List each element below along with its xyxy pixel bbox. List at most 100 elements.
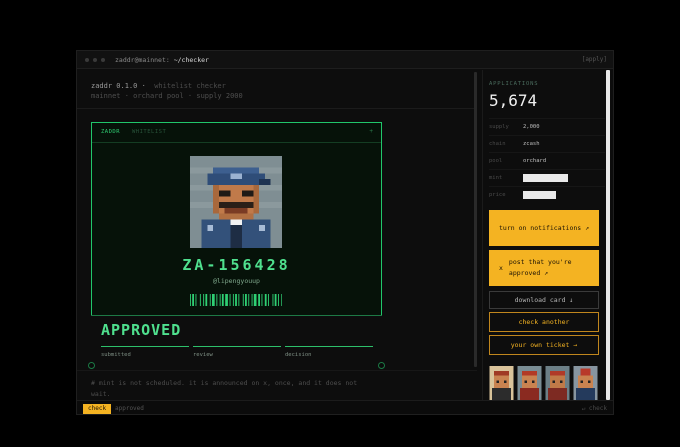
barcode-bar	[212, 294, 215, 306]
progress-steps: submitted review decision	[101, 346, 373, 358]
thumbnail-avatar[interactable]	[489, 366, 514, 400]
barcode-bar	[192, 294, 194, 306]
card-corner-dot	[378, 362, 385, 369]
pixel-avatar	[190, 156, 282, 248]
network-info: mainnet · orchard pool · supply 2000	[91, 92, 243, 100]
stat-row-pool: pool orchard	[489, 152, 605, 169]
avatar-thumbnails	[489, 366, 598, 400]
barcode-bar	[268, 294, 269, 306]
mint-note: # mint is not scheduled. it is announced…	[91, 379, 358, 398]
barcode-bar	[264, 294, 267, 306]
stat-key: mint	[489, 175, 503, 181]
barcode-bar	[209, 294, 211, 306]
stat-row-supply: supply 2,000	[489, 118, 605, 135]
sidebar: APPLICATIONS 5,674 supply 2,000 chain zc…	[482, 70, 610, 400]
check-another-button[interactable]: check another	[489, 312, 599, 332]
step-submitted: submitted	[101, 346, 189, 358]
barcode-bar	[272, 294, 274, 306]
barcode-bar	[245, 294, 247, 306]
divider	[77, 370, 477, 371]
main-panel: zaddr 0.1.0 · whitelist checker mainnet …	[77, 70, 477, 400]
barcode-bar	[219, 294, 221, 306]
footer-status: approved	[115, 405, 144, 412]
barcode-bar	[258, 294, 260, 306]
redacted-price-value	[523, 191, 556, 199]
post-approved-button[interactable]: x post that you're approved ↗	[489, 250, 599, 286]
thumbnail-avatar[interactable]	[545, 366, 570, 400]
barcode-bar	[195, 294, 197, 306]
window-dot[interactable]	[93, 57, 97, 62]
title-user: zaddr@mainnet:	[115, 55, 170, 64]
barcode-bar	[261, 294, 263, 306]
approval-status: APPROVED	[101, 321, 182, 339]
stat-value: orchard	[523, 158, 547, 164]
barcode-bar	[238, 294, 240, 306]
barcode-bar	[199, 294, 201, 306]
app-header: zaddr 0.1.0 · whitelist checker	[91, 82, 226, 90]
applications-count: 5,674	[489, 91, 538, 110]
barcode-bar	[205, 294, 208, 306]
barcode-bar	[190, 294, 191, 306]
footer-check-button[interactable]: check	[83, 404, 112, 414]
stat-row-price: price	[489, 186, 605, 203]
title-path: ~/checker	[173, 55, 209, 64]
barcode-bar	[203, 294, 205, 306]
sidebar-scrollbar-thumb[interactable]	[606, 70, 610, 400]
stat-value: 2,000	[523, 124, 540, 130]
barcode-bar	[221, 294, 224, 306]
card-tag-secondary: WHITELIST	[132, 129, 167, 135]
card-tag-primary: ZADDR	[101, 129, 121, 135]
post-approved-label: post that you're approved ↗	[508, 258, 572, 277]
barcode-bar	[274, 294, 277, 306]
app-subtitle: whitelist checker	[154, 82, 226, 90]
app-window: zaddr@mainnet: ~/checker [apply] zaddr 0…	[76, 50, 614, 415]
stat-value: zcash	[523, 141, 540, 147]
barcode	[190, 294, 282, 306]
thumbnail-avatar[interactable]	[517, 366, 542, 400]
window-dot[interactable]	[101, 57, 105, 62]
own-ticket-button[interactable]: your own ticket →	[489, 335, 599, 355]
download-card-button[interactable]: download card ↓	[489, 291, 599, 309]
stat-key: chain	[489, 141, 506, 147]
applications-label: APPLICATIONS	[489, 81, 539, 87]
thumbnail-avatar[interactable]	[573, 366, 598, 400]
main-scrollbar[interactable]	[474, 72, 477, 367]
stat-key: price	[489, 192, 506, 198]
barcode-bar	[225, 294, 228, 306]
stat-key: pool	[489, 158, 503, 164]
redacted-mint-value	[523, 174, 569, 182]
barcode-bar	[251, 294, 253, 306]
card-plus-icon: +	[369, 128, 373, 135]
enter-check-hint: ↵ check	[581, 405, 607, 412]
barcode-bar	[278, 294, 279, 306]
sidebar-scrollbar-track[interactable]	[606, 70, 610, 400]
stat-key: supply	[489, 124, 509, 130]
stat-row-mint: mint	[489, 169, 605, 186]
window-title: zaddr@mainnet: ~/checker	[115, 56, 209, 64]
window-dots-icon	[85, 57, 105, 62]
step-review: review	[193, 346, 281, 358]
card-corner-dot	[88, 362, 95, 369]
barcode-bar	[229, 294, 231, 306]
app-version: zaddr 0.1.0	[91, 82, 138, 90]
status-divider	[91, 315, 382, 316]
barcode-bar	[235, 294, 237, 306]
barcode-bar	[248, 294, 250, 306]
divider	[77, 108, 477, 109]
x-logo-icon: x	[499, 263, 503, 272]
stat-row-chain: chain zcash	[489, 135, 605, 152]
title-bar: zaddr@mainnet: ~/checker [apply]	[77, 51, 613, 69]
status-bar: check approved ↵ check	[77, 400, 613, 414]
card-id: ZA-156428	[182, 256, 291, 274]
barcode-bar	[216, 294, 218, 306]
notifications-button[interactable]: turn on notifications ↗	[489, 210, 599, 246]
step-decision: decision	[285, 346, 373, 358]
barcode-bar	[232, 294, 234, 306]
window-dot[interactable]	[85, 57, 89, 62]
apply-link[interactable]: [apply]	[582, 56, 607, 63]
whitelist-card: ZADDR WHITELIST + ZA-156428 @lipengyouup	[91, 122, 382, 316]
barcode-bar	[253, 294, 257, 306]
card-header: ZADDR WHITELIST +	[92, 123, 381, 143]
notifications-label: turn on notifications ↗	[499, 223, 590, 232]
barcode-bar	[281, 294, 282, 306]
